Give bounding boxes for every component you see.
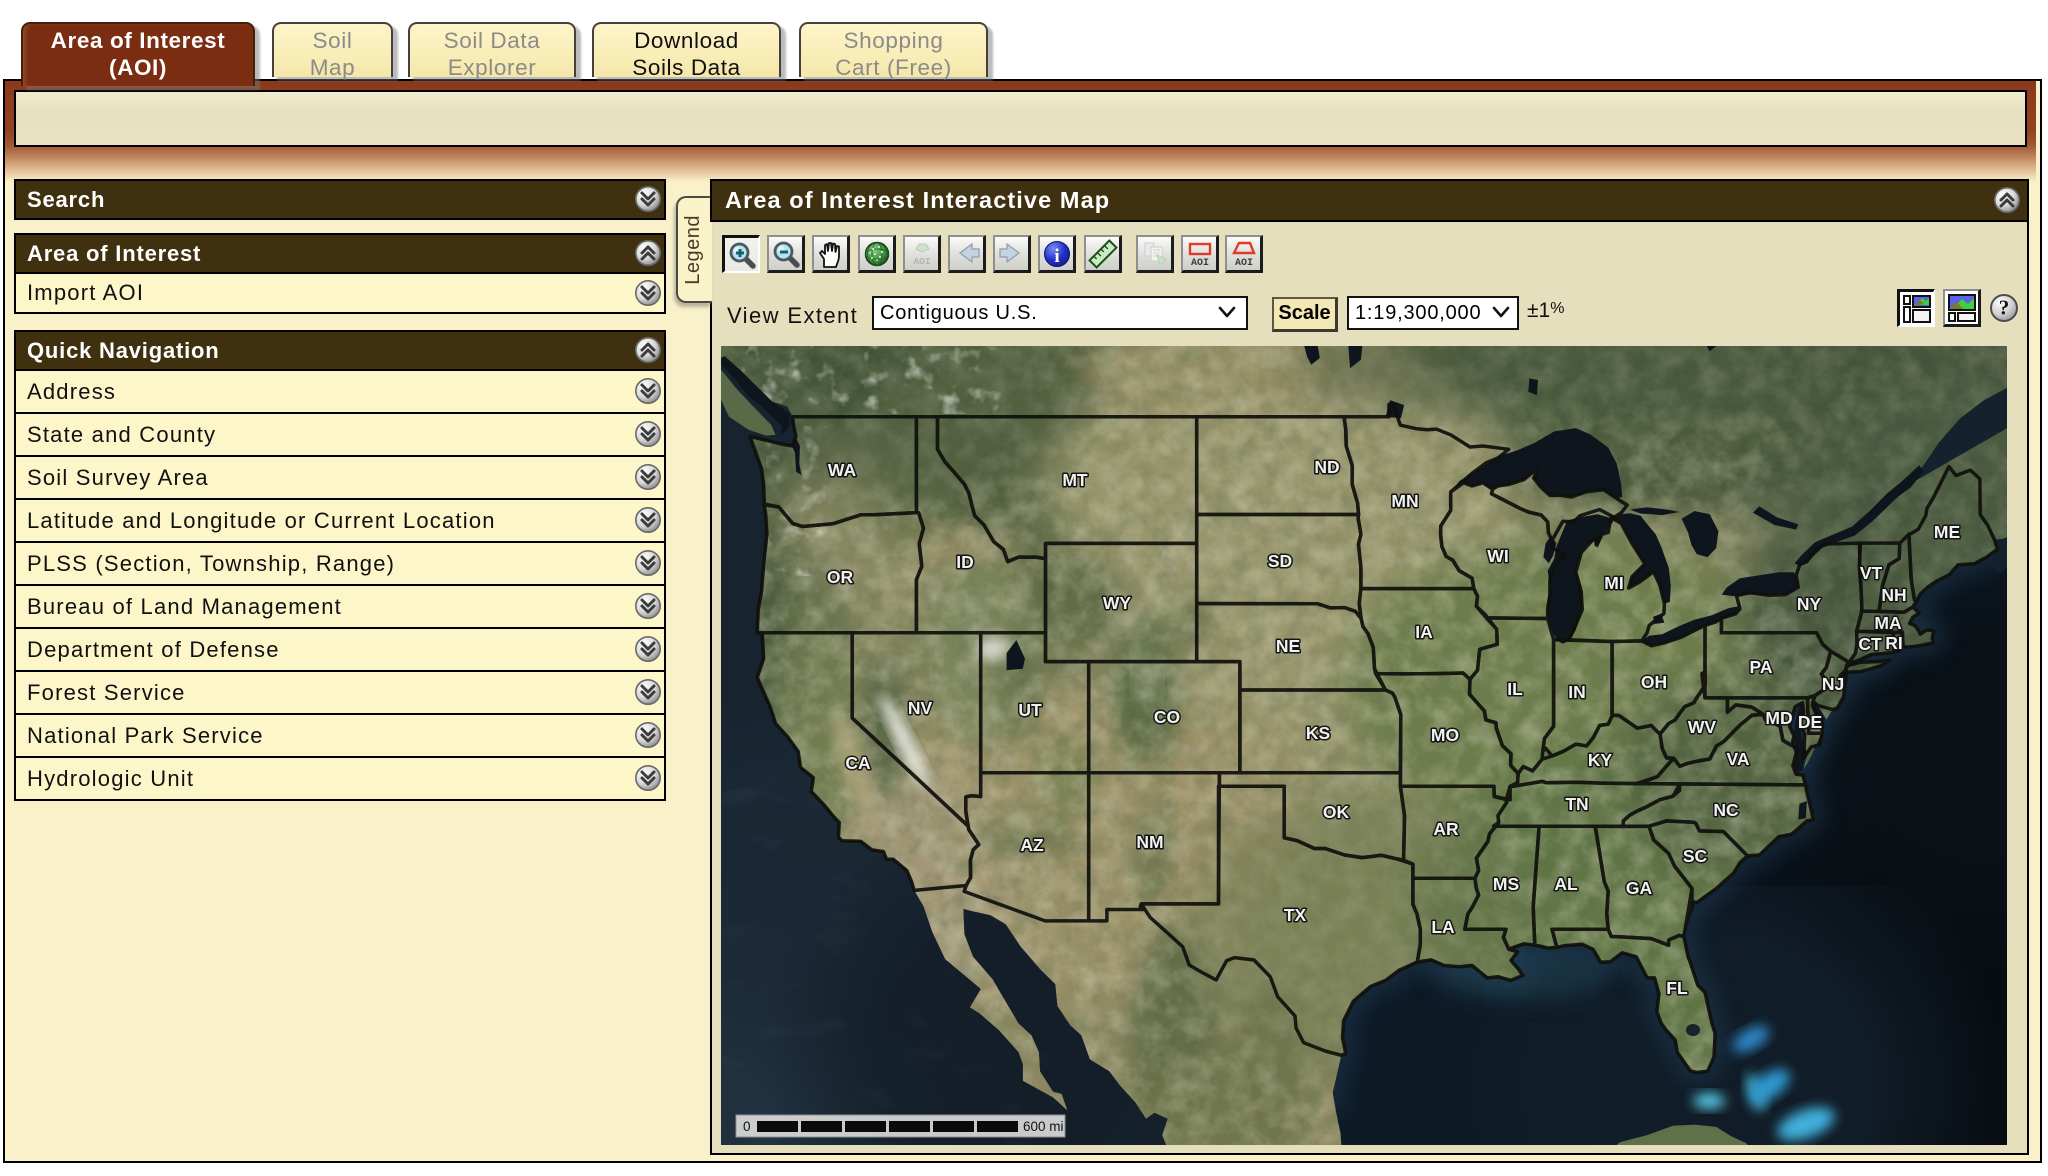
svg-text:MO: MO [1431, 725, 1459, 745]
svg-text:DE: DE [1798, 712, 1822, 732]
svg-text:NY: NY [1797, 594, 1822, 614]
svg-text:ND: ND [1314, 457, 1339, 477]
svg-text:OH: OH [1641, 672, 1667, 692]
svg-text:CO: CO [1154, 707, 1180, 727]
svg-text:?: ? [1999, 296, 2010, 320]
svg-text:WY: WY [1103, 593, 1132, 613]
svg-text:600 mi: 600 mi [1023, 1119, 1064, 1134]
svg-text:NH: NH [1881, 585, 1906, 605]
svg-text:NM: NM [1136, 832, 1163, 852]
svg-text:WV: WV [1688, 717, 1717, 737]
svg-text:OK: OK [1323, 802, 1350, 822]
svg-text:GA: GA [1626, 878, 1653, 898]
svg-text:MS: MS [1493, 874, 1519, 894]
svg-text:AR: AR [1433, 819, 1459, 839]
svg-text:AOI: AOI [1190, 258, 1208, 269]
svg-text:TX: TX [1284, 905, 1307, 925]
svg-text:CT: CT [1858, 634, 1882, 654]
svg-text:NC: NC [1713, 800, 1739, 820]
svg-text:ME: ME [1934, 522, 1960, 542]
svg-text:UT: UT [1018, 700, 1042, 720]
svg-text:0: 0 [743, 1119, 751, 1134]
svg-text:NJ: NJ [1822, 674, 1844, 694]
svg-text:AZ: AZ [1020, 835, 1044, 855]
svg-text:WI: WI [1487, 546, 1508, 566]
svg-text:RI: RI [1885, 633, 1903, 653]
svg-text:KS: KS [1306, 723, 1330, 743]
svg-text:MN: MN [1391, 491, 1418, 511]
svg-text:AOI: AOI [1234, 258, 1252, 269]
svg-text:KY: KY [1588, 750, 1613, 770]
svg-text:MD: MD [1765, 708, 1792, 728]
svg-text:IN: IN [1568, 682, 1586, 702]
svg-text:MT: MT [1062, 470, 1088, 490]
svg-text:LA: LA [1431, 917, 1455, 937]
svg-text:WA: WA [828, 460, 857, 480]
svg-text:i: i [1054, 246, 1059, 267]
svg-text:FL: FL [1666, 978, 1688, 998]
svg-text:CA: CA [845, 753, 871, 773]
svg-text:VA: VA [1726, 749, 1749, 769]
svg-text:ID: ID [956, 552, 974, 572]
svg-text:IL: IL [1507, 679, 1523, 699]
svg-text:TN: TN [1565, 794, 1588, 814]
svg-text:MA: MA [1874, 613, 1902, 633]
svg-text:PA: PA [1749, 657, 1772, 677]
svg-text:AOI: AOI [913, 256, 930, 267]
svg-text:NE: NE [1276, 636, 1300, 656]
svg-text:VT: VT [1860, 563, 1883, 583]
svg-text:AL: AL [1554, 874, 1578, 894]
svg-text:IA: IA [1415, 622, 1433, 642]
svg-text:OR: OR [827, 567, 854, 587]
svg-text:SD: SD [1268, 551, 1292, 571]
svg-text:MI: MI [1604, 573, 1623, 593]
svg-text:SC: SC [1683, 846, 1708, 866]
svg-text:NV: NV [908, 698, 933, 718]
